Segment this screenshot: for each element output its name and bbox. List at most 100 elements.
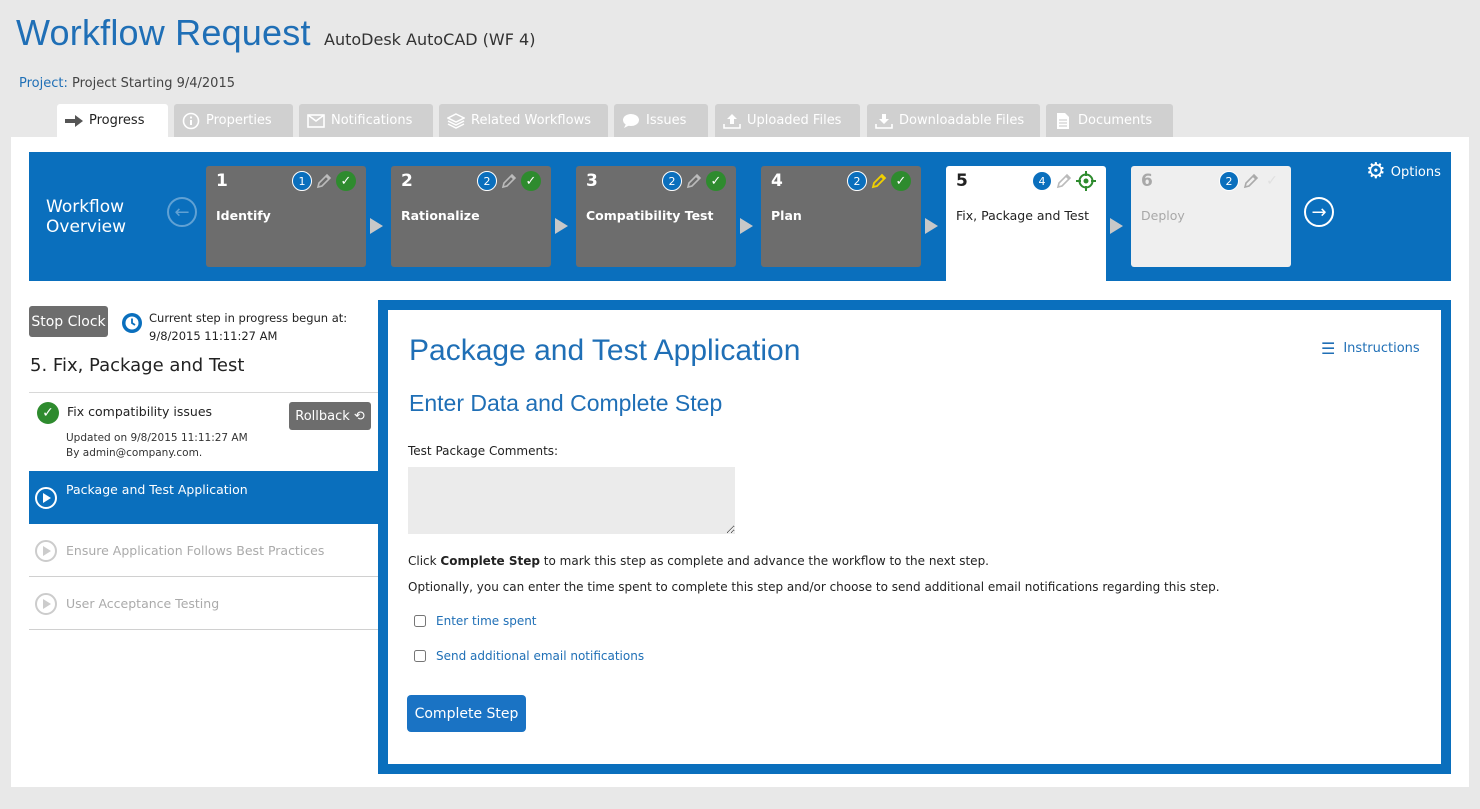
step-number: 2 <box>401 171 413 191</box>
step-separator-arrow <box>555 218 568 234</box>
step-number: 6 <box>1141 171 1153 191</box>
tab-properties[interactable]: Properties <box>174 104 293 137</box>
step-badges: 2 ✓ <box>847 171 911 191</box>
check-icon: ✓ <box>706 171 726 191</box>
substep-user-acceptance[interactable]: User Acceptance Testing <box>29 577 378 630</box>
tab-label: Uploaded Files <box>747 113 842 128</box>
play-circle-icon <box>35 487 57 509</box>
workflow-step-5[interactable]: 5 4 Fix, Package and Test <box>946 166 1106 281</box>
next-steps-button[interactable]: → <box>1304 197 1334 227</box>
options-button[interactable]: ⚙ Options <box>1366 159 1441 184</box>
note-prefix: Click <box>408 554 441 568</box>
note-suffix: to mark this step as complete and advanc… <box>539 554 989 568</box>
substep-label: Ensure Application Follows Best Practice… <box>66 543 325 558</box>
workflow-step-1[interactable]: 1 1 ✓ Identify <box>206 166 366 267</box>
email-notifications-checkbox[interactable] <box>414 650 426 662</box>
test-package-comments-input[interactable] <box>408 467 735 534</box>
current-step-title: 5. Fix, Package and Test <box>30 355 245 376</box>
envelope-icon <box>307 112 325 130</box>
previous-steps-button[interactable]: ← <box>167 197 197 227</box>
check-circle-icon: ✓ <box>37 402 59 424</box>
check-icon: ✓ <box>891 171 911 191</box>
time-spent-checkbox[interactable] <box>414 615 426 627</box>
pencil-icon <box>1242 172 1260 190</box>
step-badges: 1 ✓ <box>292 171 356 191</box>
tab-downloadable-files[interactable]: Downloadable Files <box>867 104 1040 137</box>
time-spent-label[interactable]: Enter time spent <box>436 614 537 628</box>
rollback-button[interactable]: Rollback ⟲ <box>289 402 371 430</box>
step-separator-arrow <box>370 218 383 234</box>
workflow-overview-bar: Workflow Overview ← 1 1 ✓ Identify 2 2 ✓ <box>29 152 1451 281</box>
step-name: Rationalize <box>401 208 480 223</box>
target-icon <box>1076 171 1096 191</box>
rollback-label: Rollback <box>295 408 350 424</box>
step-separator-arrow <box>740 218 753 234</box>
page-header: Workflow Request AutoDesk AutoCAD (WF 4)… <box>0 0 1480 104</box>
substep-best-practices[interactable]: Ensure Application Follows Best Practice… <box>29 524 378 577</box>
step-count-badge: 2 <box>662 171 682 191</box>
optional-note: Optionally, you can enter the time spent… <box>408 580 1220 594</box>
tab-documents[interactable]: Documents <box>1046 104 1173 137</box>
numbered-list-icon: ☰ <box>1321 339 1336 358</box>
undo-icon: ⟲ <box>353 408 365 424</box>
instructions-link[interactable]: ☰ Instructions <box>1321 339 1420 358</box>
email-notifications-label[interactable]: Send additional email notifications <box>436 649 644 663</box>
pencil-icon <box>1055 172 1073 190</box>
substep-updated: Updated on 9/8/2015 11:11:27 AM <box>66 432 248 444</box>
play-circle-icon <box>35 540 57 562</box>
note-bold: Complete Step <box>440 554 540 568</box>
workflow-label-line2: Overview <box>46 217 127 237</box>
email-notifications-row: Send additional email notifications <box>414 649 644 663</box>
step-start-label: Current step in progress begun at: <box>149 311 348 325</box>
workflow-step-2[interactable]: 2 2 ✓ Rationalize <box>391 166 551 267</box>
step-number: 4 <box>771 171 783 191</box>
complete-step-button[interactable]: Complete Step <box>407 695 526 732</box>
info-icon <box>182 112 200 130</box>
download-icon <box>875 112 893 130</box>
step-name: Identify <box>216 208 271 223</box>
page-subtitle: AutoDesk AutoCAD (WF 4) <box>324 30 536 49</box>
tab-related-workflows[interactable]: Related Workflows <box>439 104 608 137</box>
tab-label: Progress <box>89 113 145 128</box>
check-icon: ✓ <box>336 171 356 191</box>
pencil-icon <box>870 172 888 190</box>
step-badges: 2 ✓ <box>1219 171 1281 191</box>
complete-step-note: Click Complete Step to mark this step as… <box>408 554 989 568</box>
tab-label: Downloadable Files <box>899 113 1025 128</box>
tab-label: Notifications <box>331 113 413 128</box>
substep-updated-by: By admin@company.com. <box>66 447 203 459</box>
time-spent-row: Enter time spent <box>414 614 537 628</box>
substep-meta: Updated on 9/8/2015 11:11:27 AM By admin… <box>66 431 248 461</box>
substep-label: User Acceptance Testing <box>66 596 220 611</box>
layers-icon <box>447 112 465 130</box>
step-content-subtitle: Enter Data and Complete Step <box>409 390 723 416</box>
tab-progress[interactable]: Progress <box>57 104 168 137</box>
gear-icon: ⚙ <box>1366 159 1386 184</box>
clock-icon <box>122 313 142 333</box>
tab-uploaded-files[interactable]: Uploaded Files <box>715 104 860 137</box>
stop-clock-button[interactable]: Stop Clock <box>29 306 108 337</box>
workflow-step-4[interactable]: 4 2 ✓ Plan <box>761 166 921 267</box>
document-icon <box>1054 112 1072 130</box>
arrow-right-icon <box>65 112 83 130</box>
pencil-icon <box>685 172 703 190</box>
step-name: Plan <box>771 208 802 223</box>
workflow-label-line1: Workflow <box>46 197 125 217</box>
workflow-overview-label: Workflow Overview <box>46 197 126 237</box>
tab-label: Properties <box>206 113 272 128</box>
step-separator-arrow <box>925 218 938 234</box>
instructions-label: Instructions <box>1343 341 1420 356</box>
tab-notifications[interactable]: Notifications <box>299 104 433 137</box>
substep-label: Package and Test Application <box>66 482 248 497</box>
substep-package-and-test[interactable]: Package and Test Application <box>29 471 378 524</box>
workflow-step-3[interactable]: 3 2 ✓ Compatibility Test <box>576 166 736 267</box>
tab-issues[interactable]: Issues <box>614 104 708 137</box>
options-label: Options <box>1390 164 1441 180</box>
upload-icon <box>723 112 741 130</box>
step-name: Compatibility Test <box>586 208 714 223</box>
step-start-info: Current step in progress begun at: 9/8/2… <box>149 309 347 345</box>
substep-label: Fix compatibility issues <box>67 404 213 419</box>
tab-label: Issues <box>646 113 687 128</box>
workflow-step-6[interactable]: 6 2 ✓ Deploy <box>1131 166 1291 267</box>
step-count-badge: 2 <box>1219 171 1239 191</box>
